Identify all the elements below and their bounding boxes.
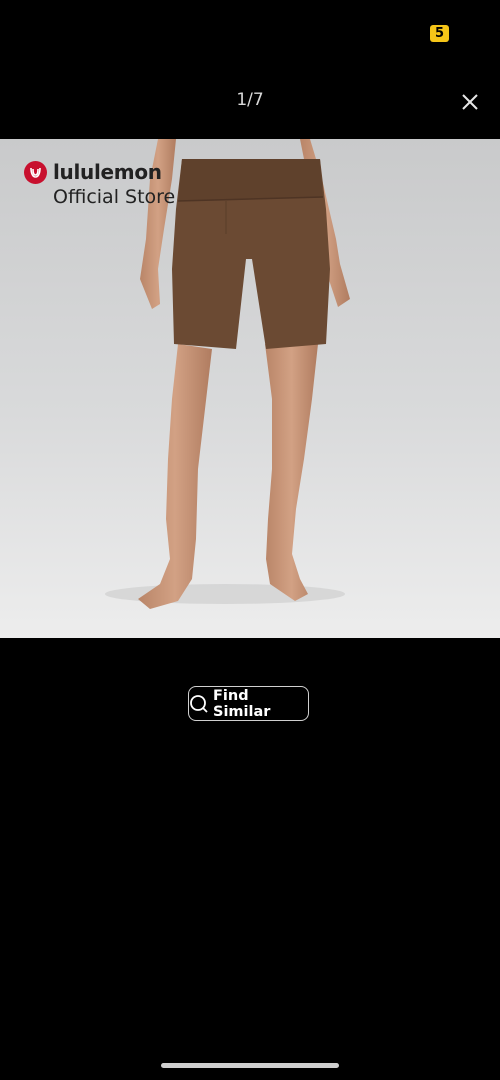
- home-indicator[interactable]: [161, 1063, 339, 1068]
- brand-subtitle: Official Store: [53, 186, 176, 208]
- brand-name: lululemon: [53, 160, 162, 184]
- image-counter: 1/7: [236, 90, 264, 110]
- lululemon-logo-icon: [24, 160, 47, 184]
- status-badge: 5: [430, 25, 449, 42]
- brand-overlay: lululemon Official Store: [24, 160, 175, 208]
- close-icon: [462, 94, 478, 110]
- find-similar-button[interactable]: Find Similar: [188, 686, 309, 721]
- product-image[interactable]: [0, 139, 500, 638]
- close-button[interactable]: [459, 91, 481, 113]
- find-similar-label: Find Similar: [213, 687, 271, 720]
- search-icon: [189, 694, 209, 714]
